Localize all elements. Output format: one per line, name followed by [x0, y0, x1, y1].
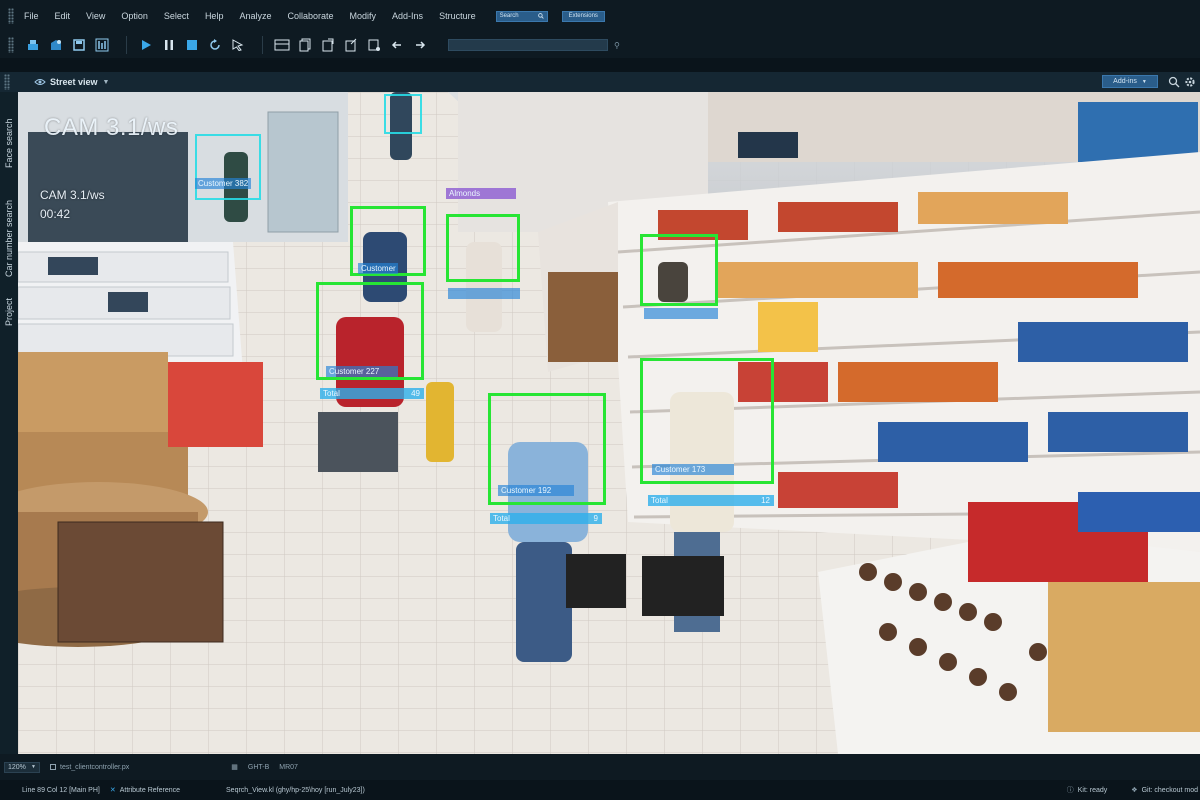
total-label-text: Total: [651, 496, 668, 505]
status-bar-bottom: Line 89 Col 12 [Main PH] ✕ Attribute Ref…: [0, 780, 1200, 800]
menu-view[interactable]: View: [86, 11, 105, 21]
search-icon[interactable]: ⚲: [614, 41, 620, 50]
file-icon: [50, 764, 56, 770]
osd-timestamp: 00:42: [40, 207, 71, 221]
total-value: 49: [411, 389, 420, 398]
detection-label: Customer: [358, 263, 398, 274]
export-icon[interactable]: [319, 36, 337, 54]
git-status: Git: checkout mod: [1141, 786, 1198, 794]
file-name[interactable]: test_clientcontroller.px: [60, 764, 129, 771]
detection-box-small[interactable]: [195, 134, 261, 200]
zoom-select[interactable]: 120% ▼: [4, 761, 40, 773]
pointer-icon[interactable]: [229, 36, 247, 54]
menu-edit[interactable]: Edit: [55, 11, 71, 21]
eye-icon: [34, 79, 46, 85]
menu-collaborate[interactable]: Collaborate: [287, 11, 333, 21]
panel-grip[interactable]: [4, 74, 10, 90]
forward-arrow-icon[interactable]: [411, 36, 429, 54]
search-icon: [537, 13, 544, 19]
attribute-reference[interactable]: Attribute Reference: [120, 787, 180, 794]
panel-title[interactable]: Street view: [50, 77, 98, 87]
settings-icon[interactable]: [365, 36, 383, 54]
import-icon[interactable]: [342, 36, 360, 54]
grid-icon: ▦: [231, 764, 238, 771]
chevron-down-icon[interactable]: ▼: [103, 79, 110, 86]
detection-box[interactable]: [640, 234, 718, 306]
kit-status: Kit: ready: [1077, 786, 1108, 794]
pause-icon[interactable]: [160, 36, 178, 54]
layout-icon[interactable]: [273, 36, 291, 54]
menu-bar: File Edit View Option Select Help Analyz…: [0, 0, 1200, 32]
total-label-text: Total: [323, 389, 340, 398]
menu-help[interactable]: Help: [205, 11, 224, 21]
osd-camera-label: CAM 3.1/ws: [40, 188, 105, 202]
total-label: Total 9: [490, 513, 602, 524]
code-a: GHT-B: [247, 763, 270, 771]
menu-analyze[interactable]: Analyze: [239, 11, 271, 21]
cursor-position: Line 89 Col 12 [Main PH]: [22, 786, 100, 794]
total-value: 12: [761, 496, 770, 505]
menu-search-box[interactable]: Search: [495, 10, 548, 22]
menu-search-label: Search: [499, 13, 519, 19]
total-label-text: Total: [493, 514, 510, 523]
panel-header: Street view ▼ Add-ins ▼: [0, 72, 1200, 92]
tab-face-search[interactable]: Face search: [1, 102, 17, 184]
stop-icon[interactable]: [183, 36, 201, 54]
total-label: Total 12: [648, 495, 774, 506]
file-path: Seqrch_View.kl (ghy/hp-25\hoy [run_July2…: [226, 786, 365, 794]
toolbar: ⚲: [0, 32, 1200, 58]
refresh-icon[interactable]: [206, 36, 224, 54]
chevron-down-icon: ▼: [1141, 78, 1147, 85]
tab-car-number-search[interactable]: Car number search: [1, 188, 17, 288]
git-icon: ❖: [1131, 787, 1138, 794]
total-value: 9: [593, 514, 598, 523]
add-ins-label: Add-ins: [1113, 78, 1137, 85]
code-b: MR07: [279, 763, 298, 771]
close-icon[interactable]: ✕: [110, 786, 116, 794]
model-icon[interactable]: [47, 36, 65, 54]
menu-select[interactable]: Select: [164, 11, 189, 21]
status-bar-top: 120% ▼ test_clientcontroller.px ▦ GHT-B …: [0, 754, 1200, 780]
detection-label: Customer 173: [652, 464, 734, 475]
gear-icon[interactable]: [1184, 76, 1196, 88]
detection-label: Customer 192: [498, 485, 574, 496]
detection-label: Customer 382: [195, 178, 251, 189]
equalizer-icon[interactable]: [93, 36, 111, 54]
grip-handle[interactable]: [8, 8, 14, 24]
zoom-value: 120%: [8, 763, 26, 771]
product-label: Almonds: [446, 188, 516, 199]
play-icon[interactable]: [137, 36, 155, 54]
tab-project[interactable]: Project: [1, 292, 17, 332]
menu-option[interactable]: Option: [121, 11, 148, 21]
side-panel: Face search Car number search Project: [0, 92, 18, 754]
menu-file[interactable]: File: [24, 11, 39, 21]
detection-box[interactable]: [446, 214, 520, 282]
copy-icon[interactable]: [296, 36, 314, 54]
extensions-button[interactable]: Extensions: [561, 10, 605, 22]
camera-viewport[interactable]: CAM 3.1/ws CAM 3.1/ws 00:42 Customer 382…: [18, 92, 1200, 754]
osd-camera-title: CAM 3.1/ws: [44, 114, 179, 141]
data-icon[interactable]: [24, 36, 42, 54]
add-ins-button[interactable]: Add-ins ▼: [1102, 75, 1158, 88]
toolbar-grip[interactable]: [8, 37, 14, 53]
detection-label-empty: [644, 308, 718, 319]
total-label: Total 49: [320, 388, 424, 399]
menu-modify[interactable]: Modify: [350, 11, 377, 21]
toolbar-search-input[interactable]: [448, 39, 608, 51]
detection-label-empty: [448, 288, 520, 299]
panel-separator: [0, 58, 1200, 72]
detection-box-small[interactable]: [384, 94, 422, 134]
info-icon: ⓘ: [1066, 787, 1074, 794]
search-icon[interactable]: [1168, 76, 1180, 88]
save-icon[interactable]: [70, 36, 88, 54]
menu-add-ins[interactable]: Add-Ins: [392, 11, 423, 21]
toolbar-separator: [262, 36, 263, 54]
back-arrow-icon[interactable]: [388, 36, 406, 54]
toolbar-separator: [126, 36, 127, 54]
menu-structure[interactable]: Structure: [439, 11, 476, 21]
chevron-down-icon: ▼: [31, 764, 36, 770]
detection-label: Customer 227: [326, 366, 398, 377]
